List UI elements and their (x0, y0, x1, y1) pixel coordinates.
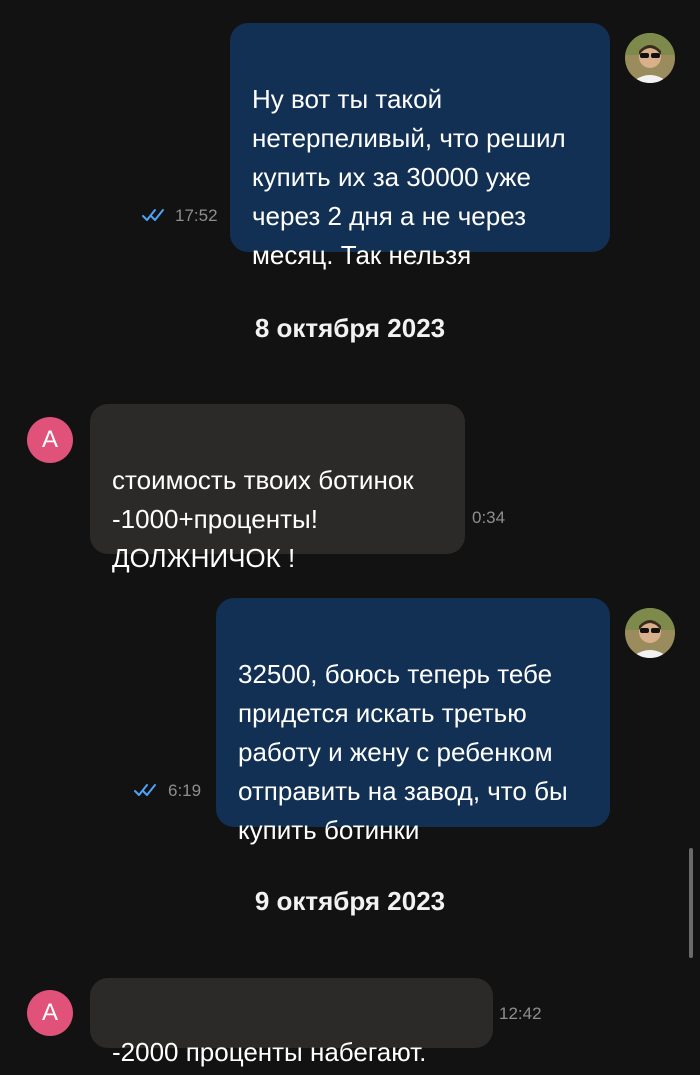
message-time: 6:19 (168, 781, 202, 800)
double-check-icon (134, 784, 156, 796)
message-bubble-outgoing[interactable]: Ну вот ты такой нетерпеливый, что решил … (230, 23, 610, 270)
message-text: Ну вот ты такой нетерпеливый, что решил … (252, 84, 566, 270)
message-bubble-incoming[interactable]: -2000 проценты набегают. (90, 978, 493, 1067)
user-avatar[interactable] (625, 33, 675, 83)
message-time: 0:34 (472, 508, 506, 527)
date-separator: 8 октября 2023 (254, 313, 446, 343)
message-text: -2000 проценты набегают. (112, 1037, 427, 1067)
chat-view[interactable]: Ну вот ты такой нетерпеливый, что решил … (0, 0, 700, 1075)
message-text: стоимость твоих ботинок -1000+проценты! … (112, 465, 414, 573)
user-photo-icon (625, 608, 675, 658)
message-time: 12:42 (499, 1004, 542, 1023)
user-avatar[interactable] (625, 608, 675, 658)
message-bubble-outgoing[interactable]: 32500, боюсь теперь тебе придется искать… (216, 598, 610, 845)
message-time: 17:52 (175, 206, 218, 225)
sender-avatar[interactable]: А (27, 417, 73, 463)
date-separator: 9 октября 2023 (254, 886, 446, 916)
sender-avatar[interactable]: А (27, 990, 73, 1036)
message-bubble-incoming[interactable]: стоимость твоих ботинок -1000+проценты! … (90, 404, 465, 573)
message-text: 32500, боюсь теперь тебе придется искать… (238, 659, 568, 845)
user-photo-icon (625, 33, 675, 83)
double-check-icon (142, 209, 164, 221)
scrollbar[interactable] (689, 848, 693, 958)
